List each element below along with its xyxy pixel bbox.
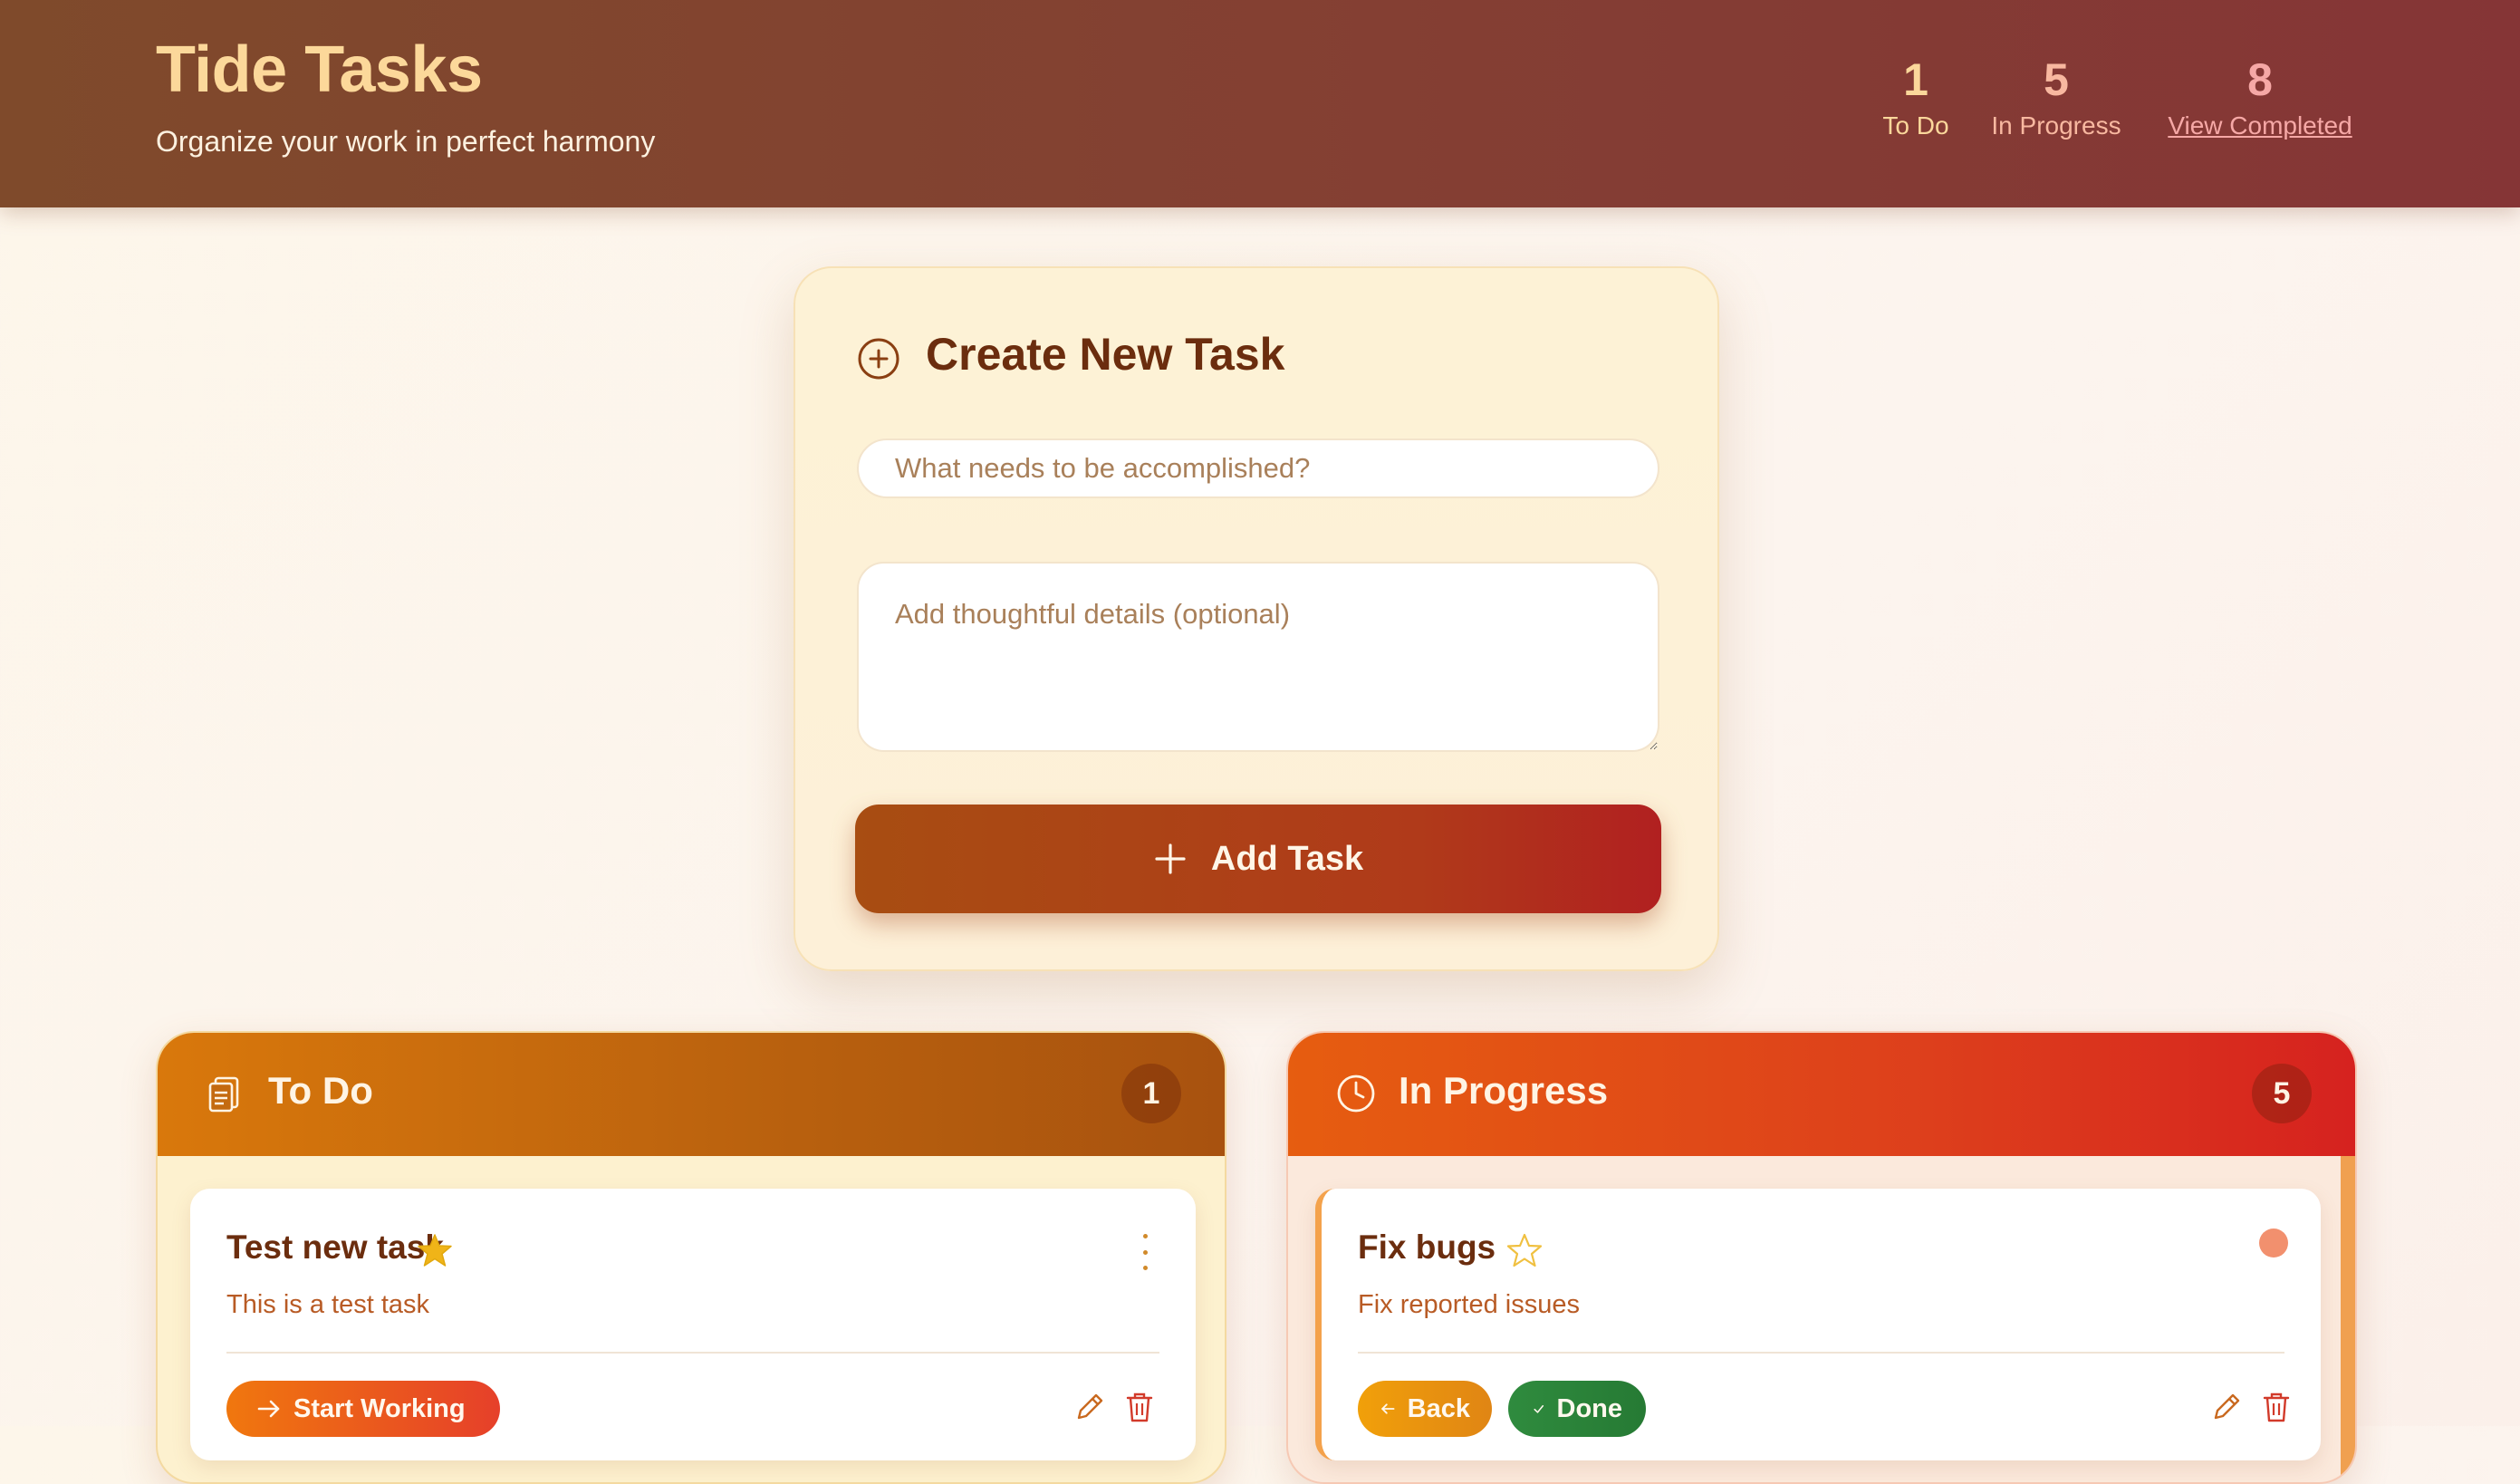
back-label: Back: [1407, 1393, 1470, 1423]
clipboard-icon: [208, 1076, 239, 1113]
add-task-button[interactable]: Add Task: [855, 805, 1661, 913]
in-progress-column-header: In Progress 5: [1288, 1033, 2355, 1156]
start-working-label: Start Working: [293, 1393, 466, 1423]
divider: [226, 1352, 1159, 1354]
todo-column: To Do 1 Test new task This is a test tas…: [156, 1031, 1226, 1484]
in-progress-count-badge: 5: [2252, 1064, 2312, 1123]
edit-pencil-icon[interactable]: [2209, 1390, 2242, 1424]
app-subtitle: Organize your work in perfect harmony: [156, 125, 656, 158]
task-card[interactable]: Fix bugs Fix reported issues Back Done: [1315, 1189, 2321, 1460]
stat-todo: 1 To Do: [1875, 53, 1957, 145]
app-title: Tide Tasks: [156, 34, 483, 106]
create-task-title: Create New Task: [926, 329, 1285, 380]
add-task-label: Add Task: [1210, 839, 1364, 878]
todo-column-title: To Do: [268, 1069, 373, 1112]
stat-in-progress-count: 5: [2044, 54, 2069, 105]
check-icon: [1534, 1404, 1544, 1413]
plus-icon: [1155, 843, 1186, 874]
todo-column-header: To Do 1: [158, 1033, 1225, 1156]
back-button[interactable]: Back: [1358, 1381, 1492, 1437]
arrow-left-icon: [1381, 1403, 1395, 1414]
divider: [1358, 1352, 2284, 1354]
task-details-textarea[interactable]: [857, 562, 1659, 752]
view-completed-link[interactable]: View Completed: [2156, 107, 2364, 145]
task-card[interactable]: Test new task This is a test task Start …: [190, 1189, 1196, 1460]
stat-completed-count: 8: [2247, 54, 2273, 105]
stat-todo-label: To Do: [1882, 111, 1949, 140]
task-description: Fix reported issues: [1358, 1290, 1580, 1319]
edit-pencil-icon[interactable]: [1072, 1390, 1105, 1424]
stat-in-progress-label: In Progress: [1991, 111, 2121, 140]
priority-indicator: [2259, 1229, 2288, 1258]
done-button[interactable]: Done: [1508, 1381, 1646, 1437]
start-working-button[interactable]: Start Working: [226, 1381, 500, 1437]
stat-in-progress: 5 In Progress: [1984, 53, 2129, 145]
todo-count-badge: 1: [1121, 1064, 1181, 1123]
create-task-card: Create New Task Add Task: [794, 266, 1719, 971]
star-filled-icon[interactable]: [417, 1232, 453, 1268]
done-label: Done: [1556, 1393, 1623, 1423]
task-title-input[interactable]: [857, 438, 1659, 498]
more-options-icon[interactable]: [1138, 1234, 1152, 1270]
trash-icon[interactable]: [2260, 1390, 2293, 1424]
in-progress-column: In Progress 5 Fix bugs Fix reported issu…: [1286, 1031, 2357, 1484]
arrow-right-icon: [257, 1400, 280, 1418]
app-header: Tide Tasks Organize your work in perfect…: [0, 0, 2520, 207]
in-progress-column-title: In Progress: [1399, 1069, 1609, 1112]
stat-completed[interactable]: 8 View Completed: [2156, 53, 2364, 145]
star-outline-icon[interactable]: [1506, 1232, 1543, 1268]
task-title: Fix bugs: [1358, 1229, 1496, 1266]
scrollbar[interactable]: [2341, 1156, 2355, 1482]
plus-circle-icon: [858, 338, 899, 380]
trash-icon[interactable]: [1123, 1390, 1156, 1424]
task-title: Test new task: [226, 1229, 444, 1266]
clock-icon: [1337, 1074, 1375, 1113]
task-description: This is a test task: [226, 1290, 430, 1319]
stat-todo-count: 1: [1903, 54, 1928, 105]
